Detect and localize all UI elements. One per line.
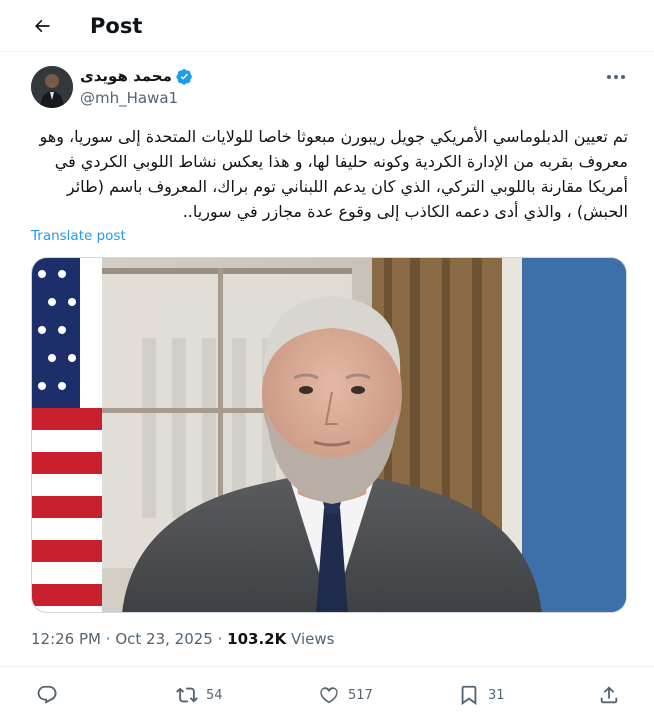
- tweet-date[interactable]: Oct 23, 2025: [115, 630, 213, 648]
- top-bar: Post: [0, 0, 654, 52]
- page-title: Post: [90, 14, 143, 38]
- meta-separator: ·: [105, 630, 111, 648]
- divider: [0, 666, 654, 667]
- like-count: 517: [348, 687, 373, 703]
- bookmark-icon: [461, 685, 477, 705]
- share-button[interactable]: [598, 682, 620, 708]
- repost-button[interactable]: 54: [176, 682, 223, 708]
- repost-icon: [176, 687, 198, 703]
- reply-icon: [37, 685, 57, 704]
- avatar[interactable]: [31, 66, 73, 108]
- more-icon: [607, 75, 625, 79]
- back-arrow-icon: [35, 19, 50, 33]
- like-icon: [320, 687, 338, 704]
- translate-post-link[interactable]: Translate post: [31, 228, 126, 244]
- tweet-meta: 12:26 PM · Oct 23, 2025 · 103.2K Views: [31, 630, 334, 648]
- bookmark-button[interactable]: 31: [458, 682, 505, 708]
- portrait-photo: [32, 258, 626, 612]
- repost-count: 54: [206, 687, 223, 703]
- views-count: 103.2K: [227, 630, 287, 648]
- author-name[interactable]: محمد هويدى: [80, 67, 193, 85]
- meta-separator: ·: [217, 630, 223, 648]
- views-label: Views: [291, 630, 335, 648]
- tweet-media-image[interactable]: [31, 257, 627, 613]
- tweet-text: تم تعيين الدبلوماسي الأمريكي جويل ريبورن…: [39, 127, 628, 221]
- like-button[interactable]: 517: [318, 682, 373, 708]
- tweet-time[interactable]: 12:26 PM: [31, 630, 101, 648]
- share-icon: [600, 686, 618, 704]
- author-handle[interactable]: @mh_Hawa1: [80, 89, 178, 107]
- back-button[interactable]: [28, 12, 56, 40]
- more-button[interactable]: [604, 66, 628, 88]
- reply-button[interactable]: [36, 682, 66, 708]
- author-name-text: محمد هويدى: [80, 67, 172, 85]
- verified-badge-icon: [176, 68, 192, 85]
- bookmark-count: 31: [488, 687, 505, 703]
